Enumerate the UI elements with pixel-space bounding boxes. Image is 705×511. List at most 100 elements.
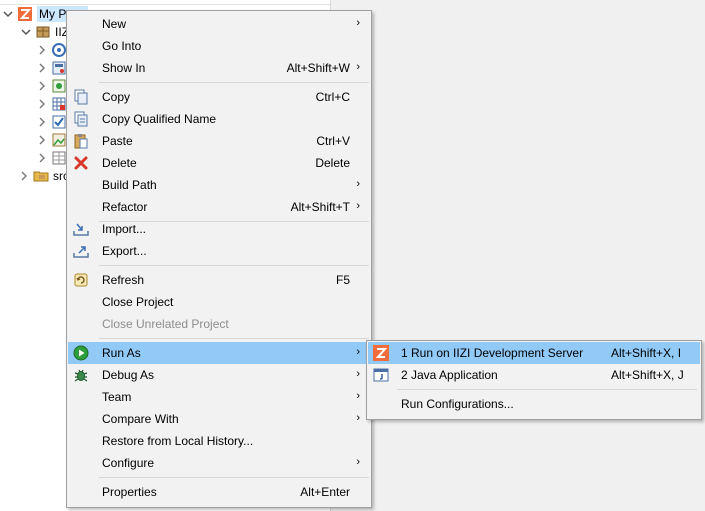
menu-item-accelerator: Delete (315, 156, 350, 170)
java-application-icon (373, 367, 389, 383)
menu-item-label: Configure (102, 456, 155, 470)
menu-item-build-path[interactable]: Build Path › (68, 174, 370, 196)
menu-item-show-in[interactable]: Show In Alt+Shift+W › (68, 57, 370, 79)
menu-item-copy-qualified-name[interactable]: Copy Qualified Name (68, 108, 370, 130)
tree-item-iizi[interactable]: IIZ (20, 23, 69, 41)
menu-item-label: Go Into (102, 39, 142, 53)
copy-icon (73, 89, 89, 105)
chevron-right-icon[interactable] (36, 98, 48, 110)
table-icon (51, 150, 67, 166)
iizi-project-icon (17, 6, 33, 22)
submenu-arrow-icon: › (356, 456, 360, 468)
chevron-down-icon[interactable] (20, 26, 32, 38)
menu-item-refresh[interactable]: Refresh F5 (68, 269, 370, 291)
menu-separator (99, 82, 369, 83)
tree-item-child-1[interactable] (36, 41, 67, 59)
image-icon (51, 132, 67, 148)
menu-item-debug-as[interactable]: Debug As › (68, 364, 370, 386)
menu-item-accelerator: Ctrl+C (315, 90, 350, 104)
submenu-item-run-on-iizi-server[interactable]: 1 Run on IIZI Development Server Alt+Shi… (368, 342, 700, 364)
menu-item-restore-from-local-history[interactable]: Restore from Local History... (68, 430, 370, 452)
context-menu: New › Go Into Show In Alt+Shift+W › Copy… (66, 10, 372, 508)
chevron-right-icon[interactable] (36, 152, 48, 164)
debug-bug-icon (73, 367, 89, 383)
menu-item-accelerator: F5 (335, 273, 350, 287)
tree-item-child-2[interactable] (36, 59, 67, 77)
connector-icon (51, 78, 67, 94)
menu-item-copy[interactable]: Copy Ctrl+C (68, 86, 370, 108)
checkbox-icon (51, 114, 67, 130)
menu-separator (99, 477, 369, 478)
menu-item-accelerator: Alt+Shift+W (286, 61, 350, 75)
submenu-arrow-icon: › (356, 61, 360, 73)
menu-item-accelerator: Alt+Shift+T (290, 200, 350, 214)
resource-icon (51, 42, 67, 58)
menu-item-label: Refactor (102, 200, 148, 214)
chevron-right-icon[interactable] (36, 62, 48, 74)
submenu-item-run-configurations[interactable]: Run Configurations... (368, 393, 700, 415)
grid-icon (51, 96, 67, 112)
package-icon (35, 24, 51, 40)
menu-item-team[interactable]: Team › (68, 386, 370, 408)
menu-item-run-as[interactable]: Run As › (68, 342, 370, 364)
submenu-item-label: Run Configurations... (401, 397, 514, 411)
menu-item-close-unrelated-project[interactable]: Close Unrelated Project (68, 313, 370, 335)
panel-icon (51, 60, 67, 76)
menu-item-import[interactable]: Import... (68, 218, 370, 240)
menu-item-label: Paste (102, 134, 133, 148)
menu-item-delete[interactable]: Delete Delete (68, 152, 370, 174)
menu-item-label: Restore from Local History... (102, 434, 254, 448)
menu-item-label: Refresh (102, 273, 145, 287)
tree-item-child-4[interactable] (36, 95, 67, 113)
submenu-item-java-application[interactable]: 2 Java Application Alt+Shift+X, J (368, 364, 700, 386)
iizi-logo-icon (373, 345, 389, 361)
tree-item-src[interactable]: src (18, 167, 69, 185)
chevron-right-icon[interactable] (36, 80, 48, 92)
menu-item-label: Copy Qualified Name (102, 112, 217, 126)
submenu-arrow-icon: › (356, 412, 360, 424)
menu-item-label: Export... (102, 244, 147, 258)
menu-item-new[interactable]: New › (68, 13, 370, 35)
refresh-icon (73, 272, 89, 288)
tree-item-child-7[interactable] (36, 149, 67, 167)
menu-item-export[interactable]: Export... (68, 240, 370, 262)
export-icon (73, 243, 89, 259)
menu-separator (99, 265, 369, 266)
run-as-submenu: 1 Run on IIZI Development Server Alt+Shi… (366, 340, 702, 420)
menu-item-paste[interactable]: Paste Ctrl+V (68, 130, 370, 152)
menu-item-accelerator: Ctrl+V (316, 134, 350, 148)
chevron-right-icon[interactable] (36, 44, 48, 56)
source-folder-icon (33, 168, 49, 184)
import-icon (73, 221, 89, 237)
copy-qualified-name-icon (73, 111, 89, 127)
menu-item-label: Team (102, 390, 132, 404)
menu-item-label: Close Unrelated Project (102, 317, 229, 331)
chevron-right-icon[interactable] (36, 134, 48, 146)
submenu-item-accelerator: Alt+Shift+X, I (611, 346, 682, 360)
chevron-right-icon[interactable] (18, 170, 30, 182)
menu-item-label: Import... (102, 222, 147, 236)
menu-item-label: Properties (102, 485, 157, 499)
tree-item-child-6[interactable] (36, 131, 67, 149)
tree-item-child-3[interactable] (36, 77, 67, 95)
menu-item-configure[interactable]: Configure › (68, 452, 370, 474)
menu-item-go-into[interactable]: Go Into (68, 35, 370, 57)
menu-item-properties[interactable]: Properties Alt+Enter (68, 481, 370, 503)
menu-item-label: Close Project (102, 295, 174, 309)
chevron-right-icon[interactable] (36, 116, 48, 128)
tree-item-child-5[interactable] (36, 113, 67, 131)
menu-item-label: Show In (102, 61, 146, 75)
submenu-item-label: 2 Java Application (401, 368, 498, 382)
chevron-down-icon[interactable] (2, 8, 14, 20)
submenu-arrow-icon: › (356, 368, 360, 380)
submenu-arrow-icon: › (356, 346, 360, 358)
delete-icon (73, 155, 89, 171)
submenu-item-accelerator: Alt+Shift+X, J (611, 368, 684, 382)
menu-item-refactor[interactable]: Refactor Alt+Shift+T › (68, 196, 370, 218)
menu-item-accelerator: Alt+Enter (300, 485, 350, 499)
menu-item-close-project[interactable]: Close Project (68, 291, 370, 313)
menu-item-compare-with[interactable]: Compare With › (68, 408, 370, 430)
submenu-arrow-icon: › (356, 17, 360, 29)
menu-item-label: Compare With (102, 412, 179, 426)
submenu-arrow-icon: › (356, 200, 360, 212)
